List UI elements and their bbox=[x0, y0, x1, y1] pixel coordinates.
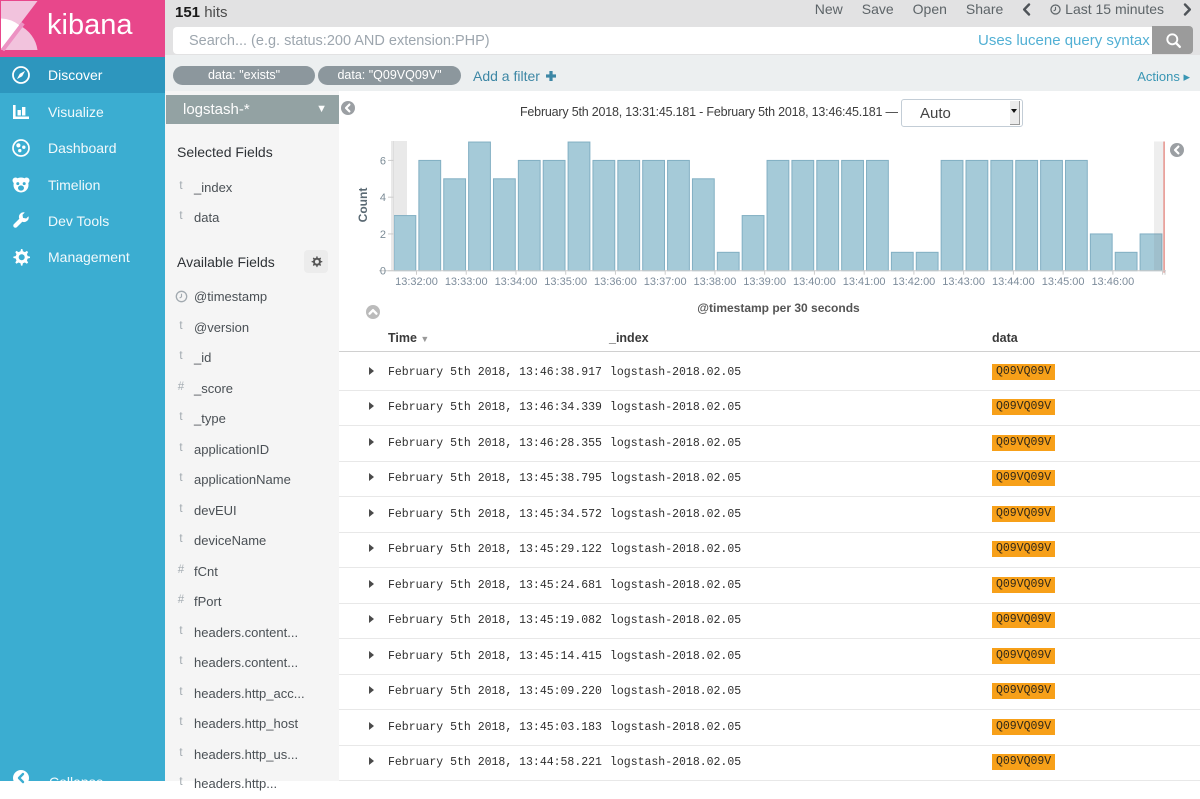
svg-text:4: 4 bbox=[380, 192, 386, 204]
svg-text:13:33:00: 13:33:00 bbox=[445, 276, 488, 288]
svg-text:13:44:00: 13:44:00 bbox=[992, 276, 1035, 288]
svg-text:13:35:00: 13:35:00 bbox=[544, 276, 587, 288]
svg-text:Count: Count bbox=[356, 188, 370, 223]
svg-text:13:45:00: 13:45:00 bbox=[1042, 276, 1085, 288]
svg-text:6: 6 bbox=[380, 155, 386, 167]
svg-text:2: 2 bbox=[380, 229, 386, 241]
svg-text:13:39:00: 13:39:00 bbox=[743, 276, 786, 288]
svg-text:13:34:00: 13:34:00 bbox=[495, 276, 538, 288]
svg-text:0: 0 bbox=[380, 266, 386, 278]
svg-text:13:42:00: 13:42:00 bbox=[892, 276, 935, 288]
svg-text:13:36:00: 13:36:00 bbox=[594, 276, 637, 288]
svg-text:13:43:00: 13:43:00 bbox=[942, 276, 985, 288]
svg-text:13:41:00: 13:41:00 bbox=[843, 276, 886, 288]
svg-text:13:32:00: 13:32:00 bbox=[395, 276, 438, 288]
svg-text:13:38:00: 13:38:00 bbox=[694, 276, 737, 288]
svg-text:13:46:00: 13:46:00 bbox=[1091, 276, 1134, 288]
svg-text:13:40:00: 13:40:00 bbox=[793, 276, 836, 288]
svg-text:13:37:00: 13:37:00 bbox=[644, 276, 687, 288]
